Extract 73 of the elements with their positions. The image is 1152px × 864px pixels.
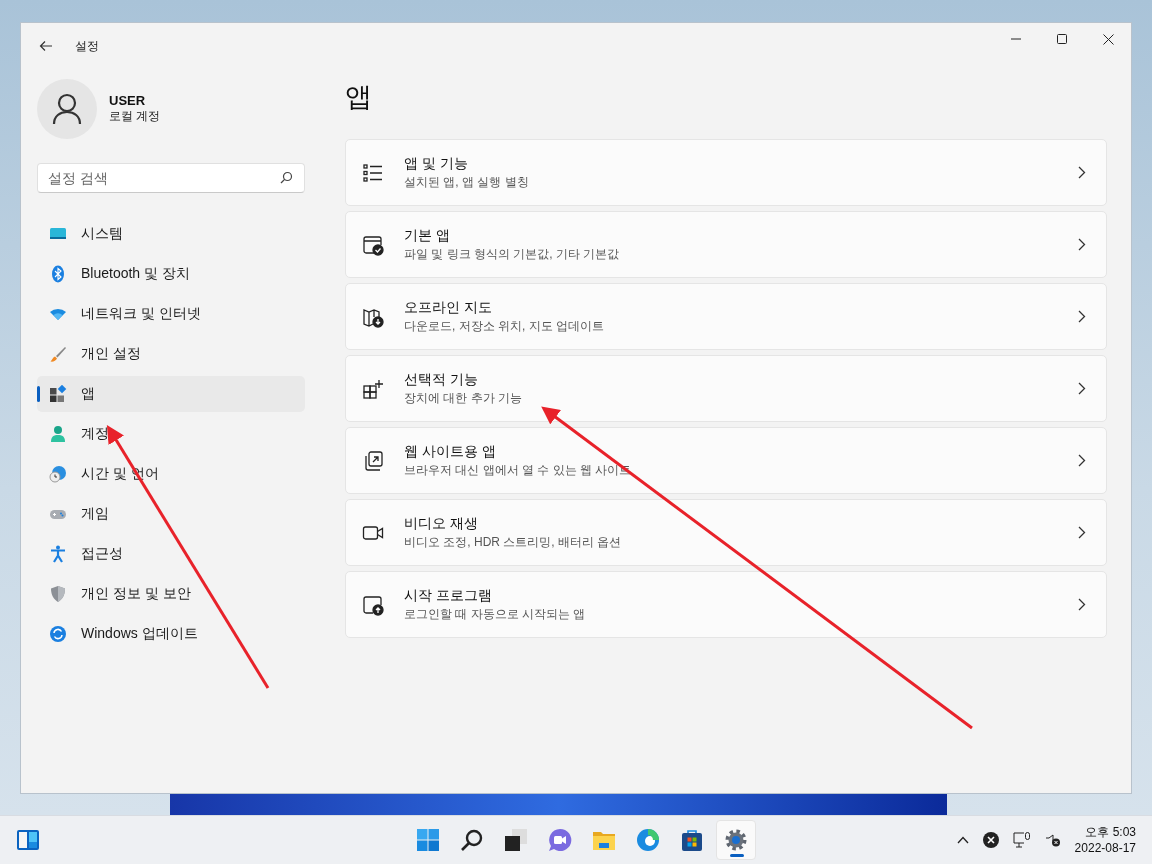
globe-icon [49,465,67,483]
edge-icon [636,828,660,852]
page-title: 앱 [345,81,373,114]
bt-icon [49,265,67,283]
user-name: USER [109,93,147,108]
startup-icon [362,593,384,616]
active-indicator [730,854,744,857]
network-icon[interactable] [1012,832,1031,848]
nav-item[interactable]: 개인 정보 및 보안 [37,576,305,612]
store-icon [680,828,704,852]
maximize-icon [1057,34,1067,44]
nav-item[interactable]: 개인 설정 [37,336,305,372]
nav-item[interactable]: 접근성 [37,536,305,572]
clock-date[interactable]: 2022-08-17 [1074,840,1136,856]
clock-time[interactable]: 오후 5:03 [1085,824,1136,840]
chat-icon [548,828,572,852]
shield-icon [49,585,67,603]
card-title: 시작 프로그램 [404,586,493,605]
settings-card[interactable]: 선택적 기능 장치에 대한 추가 기능 [345,355,1107,422]
list-icon [362,161,384,184]
window-title: 설정 [75,37,99,55]
back-arrow-icon [39,39,53,53]
addgrid-icon [362,377,384,400]
search-icon [280,171,293,184]
card-subtitle: 파일 및 링크 형식의 기본값, 기타 기본값 [404,245,621,263]
settings-card[interactable]: 비디오 재생 비디오 조정, HDR 스트리밍, 배터리 옵션 [345,499,1107,566]
card-subtitle: 로그인할 때 자동으로 시작되는 앱 [404,605,587,623]
brush-icon [49,345,67,363]
web-icon [362,449,384,472]
taskview-icon [504,828,528,852]
card-title: 선택적 기능 [404,370,479,389]
nav-item[interactable]: 앱 [37,376,305,412]
nav-item[interactable]: 계정 [37,416,305,452]
card-title: 비디오 재생 [404,514,479,533]
access-icon [49,545,67,563]
settings-card[interactable]: 오프라인 지도 다운로드, 저장소 위치, 지도 업데이트 [345,283,1107,350]
chevron-icon [1078,454,1086,467]
chevron-icon [1078,526,1086,539]
settings-card[interactable]: 시작 프로그램 로그인할 때 자동으로 시작되는 앱 [345,571,1107,638]
card-title: 앱 및 기능 [404,154,469,173]
nav-item[interactable]: 시스템 [37,216,305,252]
selection-indicator [37,386,40,402]
chevron-icon [1078,310,1086,323]
settings-card[interactable]: 기본 앱 파일 및 링크 형식의 기본값, 기타 기본값 [345,211,1107,278]
widgets-icon[interactable] [16,829,40,851]
person-icon [49,425,67,443]
nav-item[interactable]: Windows 업데이트 [37,616,305,652]
card-title: 오프라인 지도 [404,298,493,317]
card-subtitle: 장치에 대한 추가 기능 [404,389,523,407]
chevron-up-icon[interactable] [956,836,969,844]
nav-item[interactable]: 네트워크 및 인터넷 [37,296,305,332]
chevron-icon [1078,166,1086,179]
chevron-icon [1078,598,1086,611]
nav-item[interactable]: 게임 [37,496,305,532]
speaker-muted-icon[interactable] [1044,833,1061,847]
close-circle-icon[interactable] [982,832,999,848]
search-icon [460,828,484,852]
card-title: 기본 앱 [404,226,451,245]
card-subtitle: 설치된 앱, 앱 실행 별칭 [404,173,530,191]
gear-icon [724,828,748,852]
start-icon [416,828,440,852]
apps-icon [49,385,67,403]
settings-card[interactable]: 앱 및 기능 설치된 앱, 앱 실행 별칭 [345,139,1107,206]
chevron-icon [1078,382,1086,395]
card-subtitle: 비디오 조정, HDR 스트리밍, 배터리 옵션 [404,533,623,551]
card-subtitle: 다운로드, 저장소 위치, 지도 업데이트 [404,317,605,335]
search-field[interactable]: 설정 검색 [37,163,305,193]
card-title: 웹 사이트용 앱 [404,442,497,461]
chevron-icon [1078,238,1086,251]
close-icon [1102,33,1114,45]
update-icon [49,625,67,643]
nav-item[interactable]: Bluetooth 및 장치 [37,256,305,292]
account-type: 로컬 계정 [109,108,161,125]
